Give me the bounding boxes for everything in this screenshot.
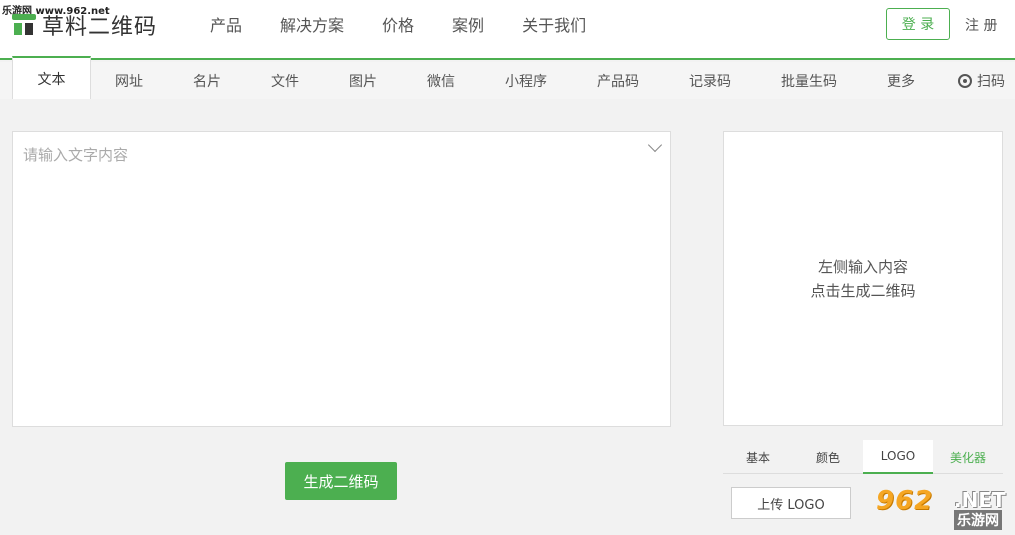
header: 乐游网 www.962.net 草料二维码 产品 解决方案 价格 案例 关于我们… — [0, 0, 1015, 60]
preview-hint-2: 点击生成二维码 — [810, 281, 916, 300]
preview-hint-1: 左侧输入内容 — [817, 257, 908, 276]
nav-item-about[interactable]: 关于我们 — [522, 12, 586, 36]
scan-icon — [958, 73, 972, 88]
generate-qr-button[interactable]: 生成二维码 — [285, 462, 397, 500]
tab-file[interactable]: 文件 — [256, 62, 314, 99]
register-link[interactable]: 注 册 — [965, 15, 997, 35]
scan-label: 扫码 — [977, 73, 1005, 90]
nav-item-products[interactable]: 产品 — [210, 12, 242, 36]
tab-product-code[interactable]: 产品码 — [584, 62, 652, 99]
style-tab-beautifier[interactable]: 美化器 — [933, 440, 1003, 474]
nav-item-pricing[interactable]: 价格 — [382, 12, 414, 36]
tab-wechat[interactable]: 微信 — [412, 62, 470, 99]
logo-text: 草料二维码 — [42, 15, 158, 40]
style-tab-basic[interactable]: 基本 — [723, 440, 793, 474]
tab-miniprogram[interactable]: 小程序 — [492, 62, 560, 99]
tab-card[interactable]: 名片 — [178, 62, 236, 99]
nav-item-cases[interactable]: 案例 — [452, 12, 484, 36]
tab-more[interactable]: 更多 — [872, 62, 930, 99]
upload-logo-button[interactable]: 上传 LOGO — [731, 487, 851, 519]
logo[interactable]: 草料二维码 — [10, 10, 157, 40]
tab-text[interactable]: 文本 — [12, 56, 91, 99]
nav-item-solutions[interactable]: 解决方案 — [280, 12, 344, 36]
style-tabs: 基本 颜色 LOGO 美化器 — [723, 440, 1003, 474]
tab-record-code[interactable]: 记录码 — [676, 62, 744, 99]
type-tabs: 文本 网址 名片 文件 图片 微信 小程序 产品码 记录码 批量生码 更多 扫码 — [0, 56, 1015, 99]
tab-url[interactable]: 网址 — [100, 62, 158, 99]
style-tab-logo[interactable]: LOGO — [863, 440, 933, 474]
tab-image[interactable]: 图片 — [334, 62, 392, 99]
qr-preview: 左侧输入内容 点击生成二维码 — [723, 131, 1003, 426]
text-input[interactable] — [13, 132, 670, 426]
text-input-panel — [12, 131, 671, 427]
login-button[interactable]: 登 录 — [886, 8, 950, 40]
tab-batch[interactable]: 批量生码 — [770, 62, 848, 99]
watermark-logo: 962 .NET 乐游网 — [876, 486, 1006, 530]
style-tab-color[interactable]: 颜色 — [793, 440, 863, 474]
main-nav: 产品 解决方案 价格 案例 关于我们 — [210, 0, 624, 48]
logo-icon — [10, 12, 38, 38]
scan-button[interactable]: 扫码 — [958, 62, 1005, 99]
